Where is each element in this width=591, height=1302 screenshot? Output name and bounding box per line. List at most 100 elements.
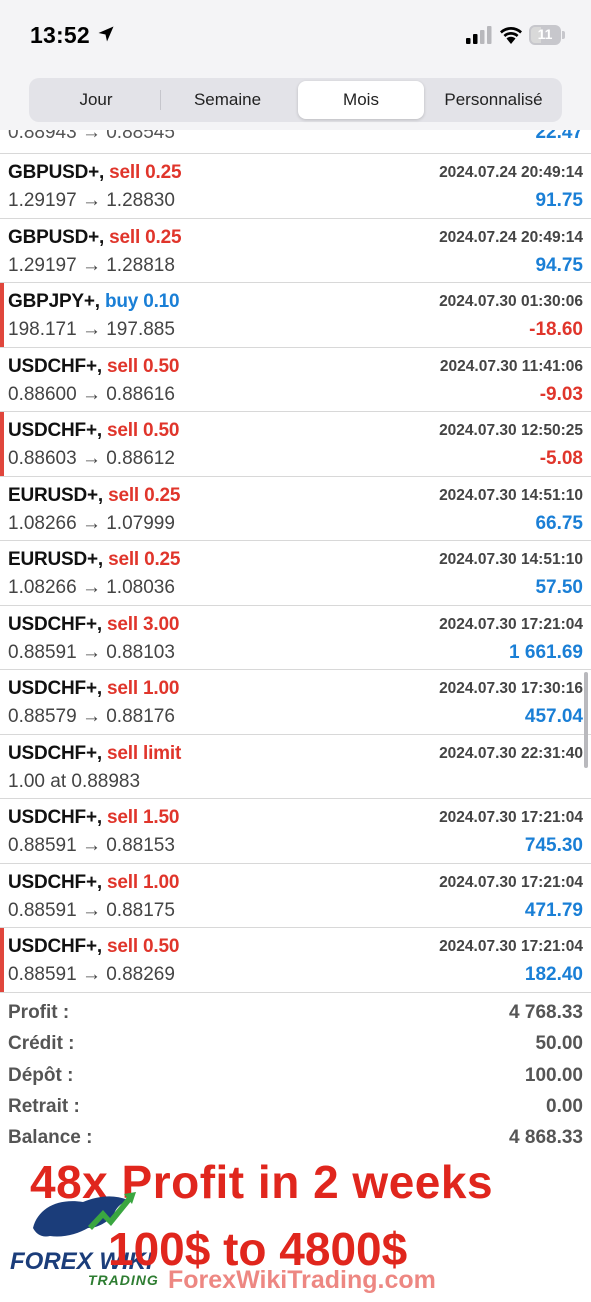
tab-mois[interactable]: Mois: [298, 81, 424, 119]
list-item-partial[interactable]: 0.88943 → 0.88545 22.47: [0, 130, 591, 154]
trade-profit: 91.75: [535, 190, 583, 211]
trade-profit: 745.30: [524, 835, 583, 856]
trade-profit: 66.75: [535, 512, 583, 534]
trade-price: 198.171 → 197.885: [8, 319, 175, 340]
trade-row[interactable]: GBPUSD+, sell 0.25 2024.07.24 20:49:14 1.2…: [0, 219, 591, 283]
symbol-name: USDCHF+,: [8, 355, 102, 377]
summary-credit: Crédit : 50.00: [0, 1028, 591, 1059]
trade-symbol: USDCHF+, sell 0.50: [8, 420, 179, 442]
trade-profit: -5.08: [539, 448, 583, 469]
trade-profit: -18.60: [529, 319, 583, 340]
summary-profit: Profit : 4 768.33: [0, 997, 591, 1028]
trade-date: 2024.07.30 01:30:06: [439, 293, 583, 310]
trade-date: 2024.07.24 20:49:14: [439, 164, 583, 181]
symbol-name: EURUSD+,: [8, 549, 104, 570]
trade-price: 0.88600 → 0.88616: [8, 383, 175, 405]
trade-symbol: USDCHF+, sell 1.00: [8, 872, 179, 894]
trade-profit: -9.03: [539, 383, 583, 405]
battery-level: 11: [537, 26, 553, 42]
trade-row[interactable]: USDCHF+, sell limit 2024.07.30 22:31:40 1.…: [0, 735, 591, 799]
trade-side: sell 0.25: [108, 549, 181, 570]
summary-label: Retrait :: [8, 1095, 80, 1117]
watermark: ForexWikiTrading.com: [168, 1266, 436, 1294]
trade-symbol: USDCHF+, sell limit: [8, 743, 181, 765]
tab-semaine[interactable]: Semaine: [161, 81, 294, 119]
trade-marker: [0, 928, 4, 992]
trade-row[interactable]: GBPUSD+, sell 0.25 2024.07.24 20:49:14 1.2…: [0, 154, 591, 219]
trade-price: 1.08266 → 1.07999: [8, 512, 175, 534]
location-arrow-icon: [98, 26, 114, 42]
trade-row[interactable]: USDCHF+, sell 3.00 2024.07.30 17:21:04 0.8…: [0, 606, 591, 670]
summary-withdrawal: Retrait : 0.00: [0, 1091, 591, 1122]
trade-price: 0.88579 → 0.88176: [8, 706, 175, 727]
status-bar: 13:52 11: [0, 0, 591, 70]
symbol-name: USDCHF+,: [8, 871, 102, 893]
trade-row[interactable]: USDCHF+, sell 1.00 2024.07.30 17:30:16 0.8…: [0, 670, 591, 735]
trade-price: 0.88591 → 0.88103: [8, 641, 175, 663]
trade-side: sell 1.00: [107, 871, 180, 893]
trade-price: 1.08266 → 1.08036: [8, 577, 175, 598]
trade-side: buy 0.10: [104, 291, 180, 312]
trade-side: sell 0.25: [109, 226, 182, 248]
symbol-name: GBPUSD+,: [8, 162, 105, 183]
trade-profit: 457.04: [524, 706, 583, 727]
symbol-name: EURUSD+,: [8, 484, 104, 506]
trade-row[interactable]: USDCHF+, sell 1.50 2024.07.30 17:21:04 0.8…: [0, 799, 591, 864]
symbol-name: USDCHF+,: [8, 613, 102, 635]
tab-jour[interactable]: Jour: [32, 81, 160, 119]
trade-symbol: EURUSD+, sell 0.25: [8, 549, 180, 571]
symbol-name: USDCHF+,: [8, 807, 102, 828]
trade-date: 2024.07.30 14:51:10: [439, 486, 583, 504]
tab-personnalise[interactable]: Personnalisé: [428, 81, 559, 119]
summary-value: 4 768.33: [509, 1002, 583, 1023]
trade-date: 2024.07.30 11:41:06: [439, 357, 583, 375]
summary-value: 50.00: [535, 1033, 583, 1055]
summary-value: 0.00: [546, 1095, 583, 1117]
trade-side: sell 1.00: [107, 678, 180, 699]
trade-symbol: USDCHF+, sell 0.50: [8, 936, 179, 958]
trade-symbol: GBPUSD+, sell 0.25: [8, 226, 182, 249]
scroll-indicator[interactable]: [584, 672, 588, 768]
wifi-icon: [500, 27, 522, 44]
summary-balance: Balance : 4 868.33: [0, 1122, 591, 1153]
summary-label: Profit :: [8, 1002, 70, 1023]
cell-signal-icon: [466, 26, 492, 44]
trade-date: 2024.07.30 17:21:04: [439, 615, 583, 633]
trade-profit: 22.47: [535, 130, 583, 143]
summary-label: Balance :: [8, 1127, 93, 1149]
trade-price: 1.00 at 0.88983: [8, 770, 141, 792]
trade-side: sell 0.25: [108, 484, 181, 506]
trade-side: sell limit: [107, 742, 182, 764]
period-selector-bar: Jour Semaine Mois Personnalisé: [0, 70, 591, 130]
trade-price: 0.88591 → 0.88153: [8, 835, 175, 856]
trade-history-list[interactable]: 0.88943 → 0.88545 22.47 GBPUSD+, sell 0.…: [0, 130, 591, 993]
trade-price: 0.88591 → 0.88175: [8, 899, 175, 921]
account-summary: Profit : 4 768.33 Crédit : 50.00 Dépôt :…: [0, 997, 591, 1153]
trade-row[interactable]: USDCHF+, sell 0.50 2024.07.30 11:41:06 0.8…: [0, 348, 591, 412]
trade-date: 2024.07.30 17:30:16: [439, 680, 583, 697]
trade-date: 2024.07.30 17:21:04: [439, 873, 583, 891]
trade-row[interactable]: USDCHF+, sell 1.00 2024.07.30 17:21:04 0.8…: [0, 864, 591, 928]
trade-symbol: USDCHF+, sell 0.50: [8, 356, 179, 378]
trade-row[interactable]: EURUSD+, sell 0.25 2024.07.30 14:51:10 1.0…: [0, 541, 591, 606]
trade-date: 2024.07.24 20:49:14: [439, 228, 583, 246]
symbol-name: GBPUSD+,: [8, 226, 105, 248]
trade-date: 2024.07.30 17:21:04: [439, 938, 583, 955]
trade-profit: 182.40: [524, 964, 583, 985]
clock: 13:52: [30, 22, 90, 48]
trade-row[interactable]: USDCHF+, sell 0.50 2024.07.30 17:21:04 0.8…: [0, 928, 591, 993]
period-segmented-control: Jour Semaine Mois Personnalisé: [29, 78, 562, 122]
symbol-name: GBPJPY+,: [8, 291, 100, 312]
symbol-name: USDCHF+,: [8, 678, 102, 699]
trade-date: 2024.07.30 22:31:40: [439, 744, 583, 762]
trade-row[interactable]: USDCHF+, sell 0.50 2024.07.30 12:50:25 0.8…: [0, 412, 591, 477]
trade-profit: 57.50: [535, 577, 583, 598]
trade-row[interactable]: GBPJPY+, buy 0.10 2024.07.30 01:30:06 198.…: [0, 283, 591, 348]
trade-side: sell 0.25: [109, 162, 182, 183]
summary-label: Dépôt :: [8, 1064, 74, 1086]
trade-row[interactable]: EURUSD+, sell 0.25 2024.07.30 14:51:10 1.0…: [0, 477, 591, 541]
symbol-name: USDCHF+,: [8, 936, 102, 957]
symbol-name: USDCHF+,: [8, 742, 102, 764]
trade-symbol: USDCHF+, sell 1.00: [8, 678, 179, 700]
battery-icon: 11: [529, 25, 565, 45]
